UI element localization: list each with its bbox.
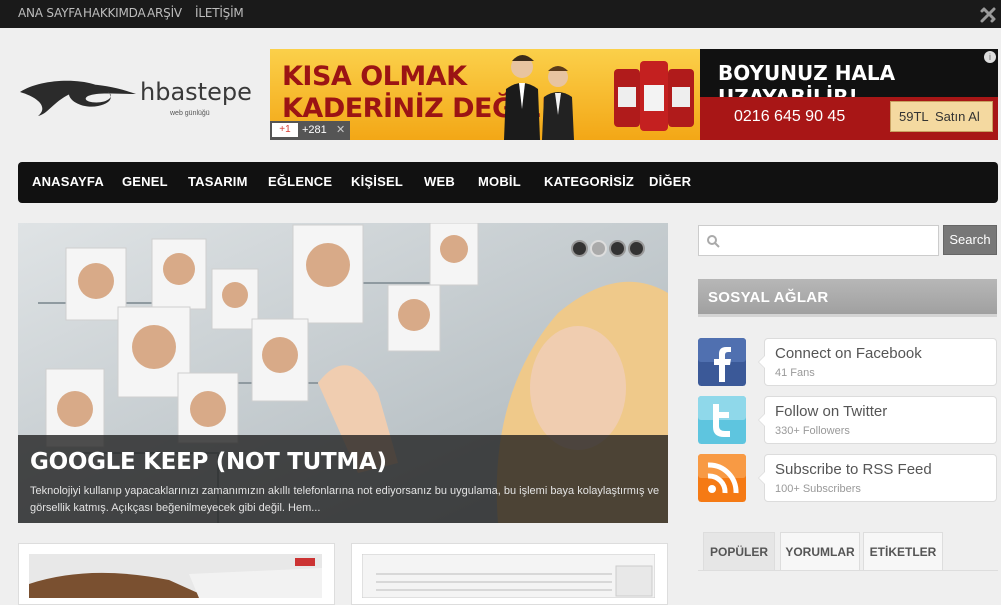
social-title[interactable]: Connect on Facebook (775, 345, 922, 362)
ad-price: 59TL (899, 109, 929, 124)
gplus-count: +281 (302, 124, 327, 136)
slider-pagination (571, 240, 647, 262)
ad-headline-1: KISA OLMAK (282, 61, 467, 92)
rss-icon[interactable] (698, 454, 746, 502)
nav-item-anasayfa[interactable]: ANASAYFA (32, 174, 104, 189)
post-card-image (29, 554, 322, 598)
ad-left-panel: KISA OLMAK KADERİNİZ DEĞİL! +1 +281 ✕ (270, 49, 700, 140)
tab-divider (698, 570, 998, 571)
ad-banner[interactable]: KISA OLMAK KADERİNİZ DEĞİL! +1 +281 ✕ BO… (270, 49, 998, 140)
nav-item-kategorisiz[interactable]: KATEGORİSİZ (544, 174, 634, 189)
ad-buy-button[interactable]: 59TL Satın Al (890, 101, 993, 132)
ad-buy-label: Satın Al (935, 109, 980, 124)
social-item-twitter[interactable]: Follow on Twitter 330+ Followers (698, 396, 998, 446)
site-logo[interactable]: hbastepe web günlüğü (18, 72, 263, 122)
slider-caption: GOOGLE KEEP (NOT TUTMA) Teknolojiyi kull… (18, 435, 668, 523)
gplus-icon[interactable]: +1 (272, 123, 298, 137)
tools-icon[interactable] (979, 6, 997, 24)
topnav-contact-link[interactable]: İLETİŞİM (195, 6, 244, 20)
social-item-rss[interactable]: Subscribe to RSS Feed 100+ Subscribers (698, 454, 998, 504)
social-box[interactable]: Connect on Facebook 41 Fans (758, 338, 997, 386)
widget-title-text: SOSYAL AĞLAR (708, 289, 829, 306)
nav-item-web[interactable]: WEB (424, 174, 455, 189)
nav-item-mobil[interactable]: MOBİL (478, 174, 521, 189)
ad-right-panel: BOYUNUZ HALA UZAYABİLİR! 0216 645 90 45 … (700, 49, 998, 140)
slider-excerpt: Teknolojiyi kullanıp yapacaklarınızı zam… (30, 485, 660, 514)
ad-close-icon[interactable]: ✕ (336, 123, 345, 136)
nav-item-diger[interactable]: DİĞER (649, 174, 691, 189)
slider-dot-1[interactable] (571, 240, 588, 257)
nav-item-kisisel[interactable]: KİŞİSEL (351, 174, 403, 189)
search-button[interactable]: Search (943, 225, 997, 255)
slider-dot-3[interactable] (609, 240, 626, 257)
logo-tagline: web günlüğü (170, 110, 210, 117)
slider-dot-2[interactable] (590, 240, 607, 257)
topnav-about-link[interactable]: HAKKIMDA (83, 6, 146, 20)
ad-people-image (504, 55, 574, 140)
ad-phone: 0216 645 90 45 (734, 108, 846, 125)
twitter-icon[interactable] (698, 396, 746, 444)
post-card[interactable] (351, 543, 668, 605)
tab-populer[interactable]: POPÜLER (703, 532, 775, 570)
post-card[interactable] (18, 543, 335, 605)
social-title[interactable]: Follow on Twitter (775, 403, 887, 420)
social-count: 100+ Subscribers (775, 483, 861, 495)
post-card-image (362, 554, 655, 598)
ad-gplus-share[interactable]: +1 +281 ✕ (270, 121, 350, 140)
slider-title[interactable]: GOOGLE KEEP (NOT TUTMA) (30, 449, 387, 475)
main-nav: ANASAYFA GENEL TASARIM EĞLENCE KİŞİSEL W… (18, 162, 998, 203)
social-item-facebook[interactable]: Connect on Facebook 41 Fans (698, 338, 998, 388)
logo-mark-icon (20, 80, 136, 116)
logo-text: hbastepe (140, 78, 252, 106)
tab-yorumlar[interactable]: YORUMLAR (780, 532, 860, 570)
tab-etiketler[interactable]: ETİKETLER (863, 532, 943, 570)
social-title[interactable]: Subscribe to RSS Feed (775, 461, 932, 478)
social-count: 330+ Followers (775, 425, 850, 437)
topnav-archive-link[interactable]: ARŞİV (147, 6, 182, 20)
nav-item-eglence[interactable]: EĞLENCE (268, 174, 332, 189)
social-widget-title: SOSYAL AĞLAR (698, 279, 997, 317)
top-bar: ANA SAYFA HAKKIMDA ARŞİV İLETİŞİM (0, 0, 1001, 28)
slider-dot-4[interactable] (628, 240, 645, 257)
search-input[interactable] (698, 225, 939, 256)
nav-item-genel[interactable]: GENEL (122, 174, 168, 189)
ad-product-image (614, 61, 694, 131)
facebook-icon[interactable] (698, 338, 746, 386)
social-count: 41 Fans (775, 367, 815, 379)
social-box[interactable]: Follow on Twitter 330+ Followers (758, 396, 997, 444)
nav-item-tasarim[interactable]: TASARIM (188, 174, 248, 189)
search-icon (707, 235, 720, 248)
ad-info-icon[interactable]: i (984, 51, 996, 63)
topnav-home-link[interactable]: ANA SAYFA (18, 6, 82, 20)
social-box[interactable]: Subscribe to RSS Feed 100+ Subscribers (758, 454, 997, 502)
featured-slider[interactable]: GOOGLE KEEP (NOT TUTMA) Teknolojiyi kull… (18, 223, 668, 523)
